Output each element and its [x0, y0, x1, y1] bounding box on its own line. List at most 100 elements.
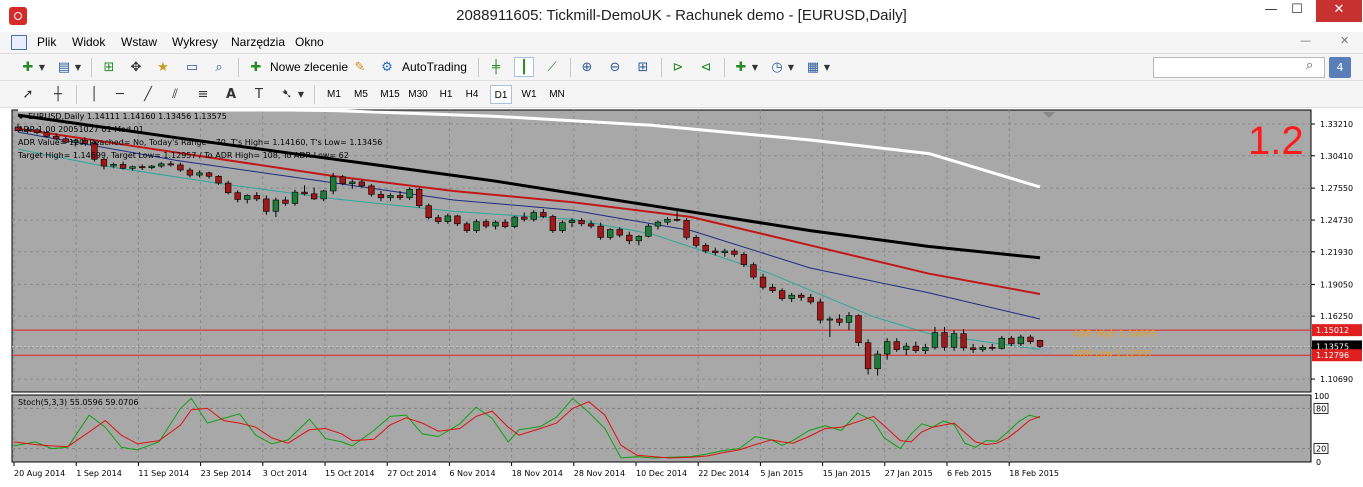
- messages-button[interactable]: 4: [1329, 57, 1351, 78]
- candle-bear: [616, 229, 623, 236]
- chart-symbol-header: EURUSD,Daily 1.14111 1.14160 1.13456 1.1…: [28, 112, 227, 121]
- horizontal-line-icon[interactable]: ─: [110, 84, 130, 104]
- candle-bear: [396, 195, 404, 199]
- close-button[interactable]: ✕: [1316, 0, 1362, 22]
- tile-windows-icon[interactable]: ⊞: [633, 57, 653, 77]
- y-tick-label: 1.30410: [1320, 152, 1353, 161]
- chart-canvas[interactable]: 1.33210 1.30410 1.27550 1.24730 1.21930 1.190…: [0, 108, 1363, 487]
- cursor-icon[interactable]: ➚: [18, 84, 38, 104]
- candle-bull: [148, 165, 155, 169]
- text-label-icon[interactable]: T: [249, 84, 269, 104]
- autotrading-icon[interactable]: ⚙: [377, 57, 397, 77]
- candle-bull: [492, 221, 499, 227]
- timeframe-m15-button[interactable]: M15: [377, 85, 403, 104]
- candlestick-chart-icon[interactable]: ┃: [514, 57, 534, 77]
- zoom-in-icon[interactable]: ⊕: [577, 57, 597, 77]
- arrow-dropdown-icon[interactable]: ▼: [296, 84, 306, 104]
- text-icon[interactable]: A: [221, 84, 241, 104]
- market-watch-icon[interactable]: ⊞: [99, 57, 119, 77]
- x-tick-label: 22 Dec 2014: [698, 469, 749, 478]
- timeframe-m30-button[interactable]: M30: [405, 85, 431, 104]
- candle-bull: [664, 218, 671, 223]
- indicator-info-line: ADR 1.00 20051027 01 Mod 01: [18, 125, 144, 134]
- candle-bear: [817, 301, 824, 321]
- candle-bull: [473, 221, 480, 231]
- mdi-minimize-button[interactable]: —: [1300, 34, 1311, 47]
- chart-shift-icon[interactable]: ⊲: [696, 57, 716, 77]
- timeframe-h1-button[interactable]: H1: [435, 85, 457, 104]
- data-window-icon[interactable]: ✥: [126, 57, 146, 77]
- candle-bear: [769, 286, 776, 291]
- menu-view[interactable]: Widok: [72, 35, 105, 49]
- vertical-line-icon[interactable]: │: [84, 84, 104, 104]
- chart-window[interactable]: 1.33210 1.30410 1.27550 1.24730 1.21930 1.190…: [0, 108, 1363, 487]
- new-chart-icon[interactable]: ✚: [18, 57, 38, 77]
- autotrading-button[interactable]: AutoTrading: [402, 60, 467, 74]
- y-tick-label: 1.19050: [1320, 280, 1353, 289]
- metaeditor-icon[interactable]: ✎: [350, 57, 370, 77]
- menu-tools[interactable]: Narzędzia: [231, 35, 285, 49]
- menu-file[interactable]: Plik: [37, 35, 56, 49]
- strategy-tester-icon[interactable]: ⌕: [209, 57, 229, 77]
- candle-bear: [167, 163, 174, 166]
- minimize-button[interactable]: —: [1258, 0, 1284, 22]
- stochastic-plot-area[interactable]: [11, 394, 1312, 463]
- stochastic-level-label: 20: [1316, 445, 1326, 454]
- mdi-close-button[interactable]: ✕: [1340, 34, 1349, 47]
- navigator-icon[interactable]: ★: [153, 57, 173, 77]
- x-tick-label: 27 Jan 2015: [885, 469, 933, 478]
- new-order-icon[interactable]: ✚: [246, 57, 266, 77]
- candle-bear: [778, 290, 786, 299]
- fibonacci-icon[interactable]: ≡: [193, 84, 213, 104]
- auto-scroll-icon[interactable]: ⊳: [668, 57, 688, 77]
- timeframe-mn-button[interactable]: MN: [545, 85, 569, 104]
- search-input[interactable]: [1153, 57, 1325, 78]
- timeframe-m1-button[interactable]: M1: [322, 85, 346, 104]
- menu-charts[interactable]: Wykresy: [172, 35, 218, 49]
- timeframe-w1-button[interactable]: W1: [518, 85, 540, 104]
- templates-dropdown-icon[interactable]: ▼: [822, 57, 832, 77]
- candle-bear: [941, 332, 948, 348]
- terminal-icon[interactable]: ▭: [182, 57, 202, 77]
- arrow-icon[interactable]: ➷: [277, 84, 297, 104]
- title-bar: 2088911605: Tickmill-DemoUK - Rachunek d…: [0, 0, 1363, 32]
- periods-dropdown-icon[interactable]: ▼: [786, 57, 796, 77]
- trendline-icon[interactable]: ╱: [138, 84, 158, 104]
- search-icon[interactable]: ⌕: [1306, 58, 1313, 73]
- channel-icon[interactable]: ⫽: [165, 84, 185, 104]
- chart-window-icon[interactable]: [11, 35, 27, 50]
- candle-bull: [444, 215, 451, 222]
- candle-bull: [387, 195, 394, 199]
- new-chart-dropdown-icon[interactable]: ▼: [37, 57, 47, 77]
- profiles-icon[interactable]: ▤: [54, 57, 74, 77]
- zoom-out-icon[interactable]: ⊖: [605, 57, 625, 77]
- crosshair-icon[interactable]: ┼: [48, 84, 68, 104]
- candle-bear: [836, 318, 843, 323]
- periods-clock-icon[interactable]: ◷: [767, 57, 787, 77]
- candle-bear: [712, 250, 719, 253]
- candle-bull: [559, 222, 566, 231]
- candle-bear: [549, 216, 557, 231]
- indicators-dropdown-icon[interactable]: ▼: [750, 57, 760, 77]
- templates-icon[interactable]: ▦: [803, 57, 823, 77]
- candle-bull: [607, 229, 614, 238]
- adr-low-label: ADR Low 1.12957: [1073, 349, 1153, 359]
- bar-chart-icon[interactable]: ╪: [486, 57, 506, 77]
- x-tick-label: 28 Nov 2014: [574, 469, 625, 478]
- y-tick-label: 1.24730: [1320, 216, 1353, 225]
- timeframe-m5-button[interactable]: M5: [349, 85, 373, 104]
- candle-bull: [568, 220, 576, 223]
- indicators-icon[interactable]: ✚: [731, 57, 751, 77]
- menu-window[interactable]: Okno: [295, 35, 324, 49]
- candle-bear: [989, 346, 996, 349]
- new-order-button[interactable]: Nowe zlecenie: [270, 60, 348, 74]
- candle-bull: [1017, 336, 1025, 345]
- menu-insert[interactable]: Wstaw: [121, 35, 157, 49]
- timeframe-d1-button[interactable]: D1: [490, 85, 512, 104]
- x-tick-label: 15 Jan 2015: [823, 469, 871, 478]
- maximize-button[interactable]: ☐: [1284, 0, 1310, 22]
- line-chart-icon[interactable]: ⟋: [542, 57, 562, 77]
- timeframe-h4-button[interactable]: H4: [461, 85, 483, 104]
- profiles-dropdown-icon[interactable]: ▼: [73, 57, 83, 77]
- candle-bear: [425, 205, 432, 218]
